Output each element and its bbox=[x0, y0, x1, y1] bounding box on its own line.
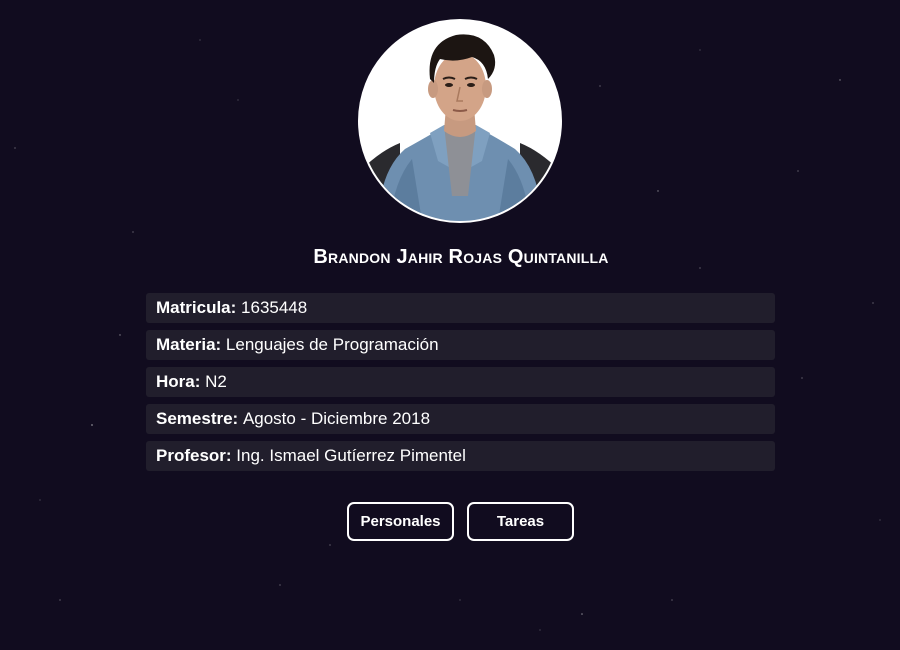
nav-buttons: Personales Tareas bbox=[347, 502, 574, 541]
info-list: Matricula: 1635448 Materia: Lenguajes de… bbox=[146, 293, 775, 478]
tareas-button[interactable]: Tareas bbox=[467, 502, 574, 541]
info-label: Semestre: bbox=[156, 409, 243, 428]
info-row-semestre: Semestre: Agosto - Diciembre 2018 bbox=[146, 404, 775, 434]
info-value: N2 bbox=[205, 372, 227, 391]
info-row-hora: Hora: N2 bbox=[146, 367, 775, 397]
info-label: Materia: bbox=[156, 335, 226, 354]
info-value: Ing. Ismael Gutíerrez Pimentel bbox=[236, 446, 466, 465]
page: Brandon Jahir Rojas Quintanilla Matricul… bbox=[0, 0, 900, 650]
profile-photo bbox=[358, 19, 562, 223]
info-value: Lenguajes de Programación bbox=[225, 335, 439, 354]
info-value: Agosto - Diciembre 2018 bbox=[242, 409, 431, 428]
personales-button[interactable]: Personales bbox=[347, 502, 454, 541]
info-row-materia: Materia: Lenguajes de Programación bbox=[146, 330, 775, 360]
info-value: 1635448 bbox=[241, 298, 308, 317]
info-label: Hora: bbox=[156, 372, 206, 391]
info-row-profesor: Profesor: Ing. Ismael Gutíerrez Pimentel bbox=[146, 441, 775, 471]
info-label: Matricula: bbox=[156, 298, 242, 317]
info-row-matricula: Matricula: 1635448 bbox=[146, 293, 775, 323]
student-name: Brandon Jahir Rojas Quintanilla bbox=[313, 246, 609, 268]
info-label: Profesor: bbox=[156, 446, 237, 465]
